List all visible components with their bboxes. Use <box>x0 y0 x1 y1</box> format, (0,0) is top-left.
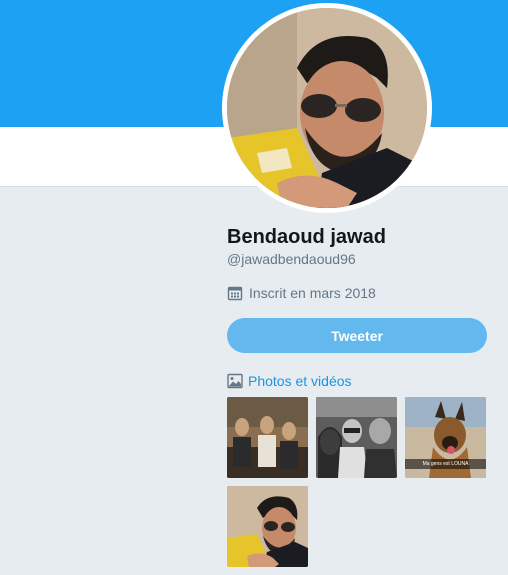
image-icon <box>227 373 243 389</box>
photos-videos-link[interactable]: Photos et vidéos <box>227 372 352 390</box>
media-thumbnail-4[interactable] <box>227 486 308 567</box>
media-thumbnail-3[interactable]: Ma gens est LOUNA <box>405 397 486 478</box>
media-thumbnail-2[interactable] <box>316 397 397 478</box>
avatar[interactable] <box>227 8 427 208</box>
media-thumbnail-1[interactable] <box>227 397 308 478</box>
thumbnail-caption: Ma gens est LOUNA <box>405 459 486 469</box>
avatar-frame[interactable] <box>222 3 432 213</box>
join-date-label: Inscrit en mars 2018 <box>249 285 376 301</box>
photos-videos-label[interactable]: Photos et vidéos <box>248 373 352 389</box>
profile-name[interactable]: Bendaoud jawad <box>227 226 386 249</box>
profile-handle[interactable]: @jawadbendaoud96 <box>227 251 356 267</box>
join-date: Inscrit en mars 2018 <box>227 284 376 302</box>
tweet-button[interactable]: Tweeter <box>227 318 487 353</box>
calendar-icon <box>227 285 243 301</box>
